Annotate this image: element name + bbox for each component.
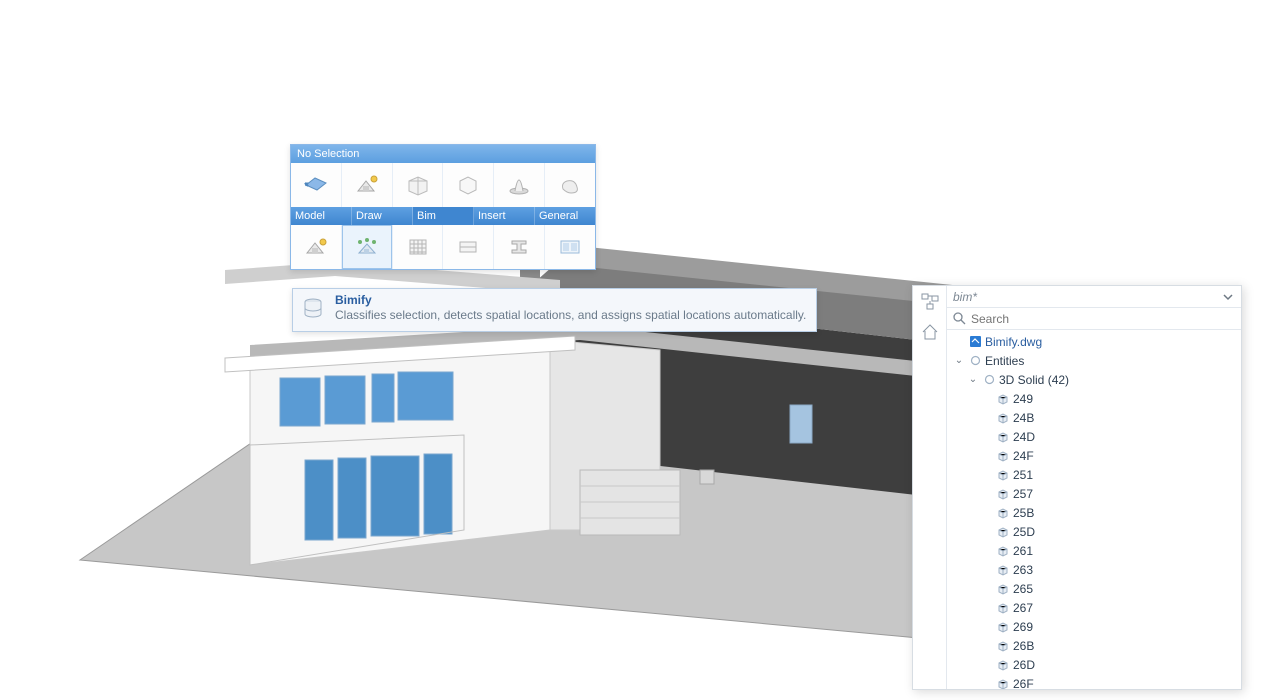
home-icon[interactable] (918, 320, 942, 344)
tree-node-label: 24D (1013, 430, 1035, 444)
database-icon (297, 293, 329, 325)
tree-node-label: 3D Solid (42) (999, 373, 1069, 387)
bim-icon[interactable] (393, 163, 444, 207)
tree-item[interactable]: 263 (949, 560, 1239, 579)
tree-node-label: 24B (1013, 411, 1034, 425)
tree-item[interactable]: 25B (949, 503, 1239, 522)
insert-icon[interactable] (443, 163, 494, 207)
solid-icon (996, 544, 1010, 558)
structure-browser: Bimify.dwg ⌄Entities⌄3D Solid (42) 249 24B 2… (912, 285, 1242, 690)
tree-solids[interactable]: ⌄3D Solid (42) (949, 370, 1239, 389)
tree-node-label: 26D (1013, 658, 1035, 672)
quad-icon-row-2 (291, 225, 595, 269)
tree-item[interactable]: 24B (949, 408, 1239, 427)
solid-icon (996, 658, 1010, 672)
tree-node-label: 267 (1013, 601, 1033, 615)
solid-icon (996, 601, 1010, 615)
tree-item[interactable]: 267 (949, 598, 1239, 617)
dwg-file-icon (968, 335, 982, 349)
tree-entities[interactable]: ⌄Entities (949, 351, 1239, 370)
structure-sidebuttons (913, 286, 947, 689)
tree-item[interactable]: 265 (949, 579, 1239, 598)
tree-node-label: 24F (1013, 449, 1034, 463)
tree-node-label: Entities (985, 354, 1024, 368)
tree-item[interactable]: 25D (949, 522, 1239, 541)
tree-node-label: Bimify.dwg (985, 335, 1042, 349)
tree-node-label: 265 (1013, 582, 1033, 596)
room-icon[interactable] (545, 225, 595, 269)
hatch1-icon[interactable] (393, 225, 444, 269)
bimify-tooltip: Bimify Classifies selection, detects spa… (292, 288, 817, 332)
search-input[interactable] (971, 310, 1237, 328)
tree-node-label: 26F (1013, 677, 1034, 690)
building-icon[interactable] (291, 225, 342, 269)
tree-node-label: 263 (1013, 563, 1033, 577)
tree-node-label: 249 (1013, 392, 1033, 406)
quad-title: No Selection (291, 145, 595, 163)
tree-item[interactable]: 26B (949, 636, 1239, 655)
solid-icon (996, 563, 1010, 577)
tree-root[interactable]: Bimify.dwg (949, 332, 1239, 351)
tree-item[interactable]: 26F (949, 674, 1239, 689)
tree-item[interactable]: 24D (949, 427, 1239, 446)
group-icon (982, 373, 996, 387)
draw-icon[interactable] (342, 163, 393, 207)
solid-icon (996, 639, 1010, 653)
tab-draw[interactable]: Draw (352, 207, 413, 225)
tree-item[interactable]: 261 (949, 541, 1239, 560)
tree-node-label: 25B (1013, 506, 1034, 520)
tab-model[interactable]: Model (291, 207, 352, 225)
solid-icon (996, 392, 1010, 406)
tree-node-label: 25D (1013, 525, 1035, 539)
tree-node-label: 257 (1013, 487, 1033, 501)
general-icon[interactable] (494, 163, 545, 207)
model-icon[interactable] (291, 163, 342, 207)
solid-icon (996, 411, 1010, 425)
quad-tab-strip: Model Draw Bim Insert General (291, 207, 595, 225)
tree-item[interactable]: 24F (949, 446, 1239, 465)
solid-icon (996, 449, 1010, 463)
extras-icon[interactable] (545, 163, 595, 207)
tree-node-label: 269 (1013, 620, 1033, 634)
solid-icon (996, 677, 1010, 690)
tree-item[interactable]: 26D (949, 655, 1239, 674)
solid-icon (996, 506, 1010, 520)
tree-item[interactable]: 251 (949, 465, 1239, 484)
tab-general[interactable]: General (535, 207, 595, 225)
tree-item[interactable]: 269 (949, 617, 1239, 636)
group-icon (968, 354, 982, 368)
solid-icon (996, 582, 1010, 596)
tab-bim[interactable]: Bim (413, 207, 474, 225)
hatch2-icon[interactable] (443, 225, 494, 269)
solid-icon (996, 620, 1010, 634)
structure-tree[interactable]: Bimify.dwg ⌄Entities⌄3D Solid (42) 249 24B 2… (947, 330, 1241, 689)
tree-item[interactable]: 257 (949, 484, 1239, 503)
tooltip-description: Classifies selection, detects spatial lo… (335, 308, 806, 323)
quad-panel: No Selection Model Draw Bim Insert Gener… (290, 144, 596, 270)
filter-input[interactable] (951, 288, 1219, 306)
filter-dropdown-icon[interactable] (1219, 288, 1237, 306)
tree-node-label: 26B (1013, 639, 1034, 653)
quad-icon-row-1 (291, 163, 595, 207)
search-icon (951, 311, 967, 327)
tree-node-label: 251 (1013, 468, 1033, 482)
tab-insert[interactable]: Insert (474, 207, 535, 225)
solid-icon (996, 487, 1010, 501)
bimify-icon[interactable] (342, 225, 393, 269)
solid-icon (996, 525, 1010, 539)
structure-tree-icon[interactable] (918, 290, 942, 314)
tree-node-label: 261 (1013, 544, 1033, 558)
solid-icon (996, 430, 1010, 444)
ibeam-icon[interactable] (494, 225, 545, 269)
tree-item[interactable]: 249 (949, 389, 1239, 408)
tooltip-title: Bimify (335, 293, 806, 307)
solid-icon (996, 468, 1010, 482)
